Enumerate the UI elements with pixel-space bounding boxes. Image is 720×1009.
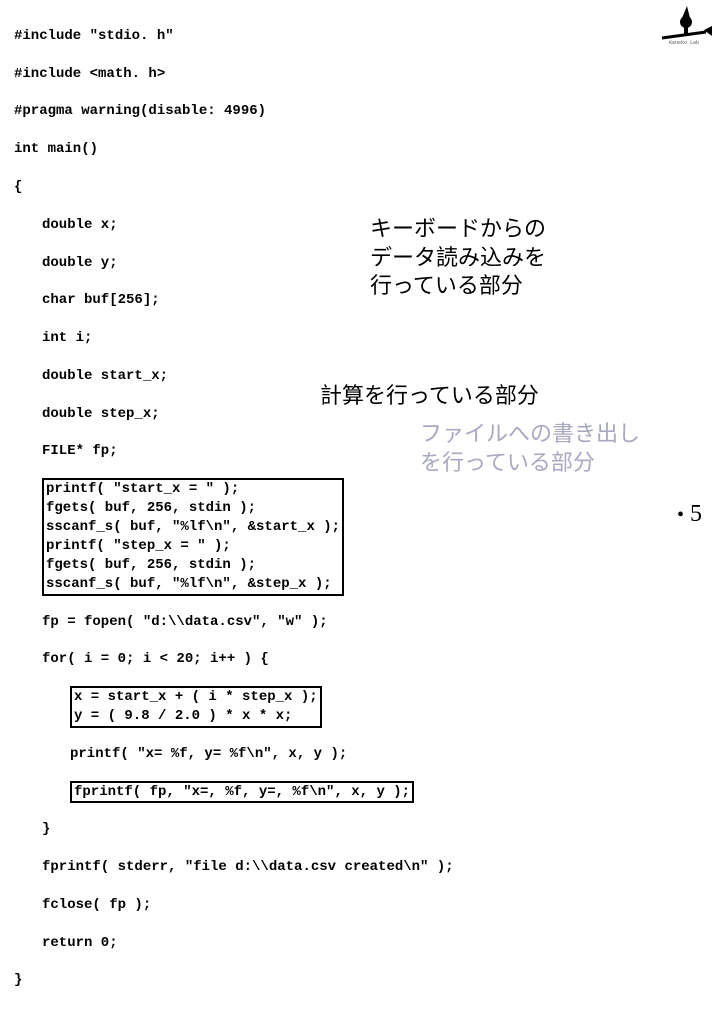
code-line: return 0; (14, 934, 706, 953)
code-line: y = ( 9.8 / 2.0 ) * x * x; (74, 708, 292, 724)
code-line: x = start_x + ( i * step_x ); (74, 689, 318, 705)
keyboard-input-box: printf( "start_x = " ); fgets( buf, 256,… (42, 478, 344, 595)
svg-text:Kaneko Lab: Kaneko Lab (669, 40, 699, 44)
code-line: sscanf_s( buf, "%lf\n", &start_x ); (46, 519, 340, 535)
code-line: int i; (14, 329, 706, 348)
annotation-keyboard: キーボードからの データ読み込みを 行っている部分 (370, 215, 546, 301)
code-line: char buf[256]; (14, 291, 706, 310)
code-line: fgets( buf, 256, stdin ); (46, 500, 256, 516)
code-block: #include "stdio. h" #include <math. h> #… (14, 8, 706, 1009)
code-line: } (14, 820, 706, 839)
file-write-box: fprintf( fp, "x=, %f, y=, %f\n", x, y ); (70, 781, 414, 804)
code-line: fprintf( fp, "x=, %f, y=, %f\n", x, y ); (74, 784, 410, 800)
code-line: printf( "start_x = " ); (46, 481, 239, 497)
code-line: double y; (14, 254, 706, 273)
code-line: int main() (14, 140, 706, 159)
code-line: fprintf( stderr, "file d:\\data.csv crea… (14, 858, 706, 877)
code-line: fclose( fp ); (14, 896, 706, 915)
code-line: sscanf_s( buf, "%lf\n", &step_x ); (46, 576, 332, 592)
code-line: #pragma warning(disable: 4996) (14, 102, 706, 121)
code-line: for( i = 0; i < 20; i++ ) { (14, 650, 706, 669)
annotation-calc: 計算を行っている部分 (320, 382, 539, 411)
code-line: { (14, 178, 706, 197)
code-line: double x; (14, 216, 706, 235)
code-line: } (14, 971, 706, 990)
code-line: #include <math. h> (14, 65, 706, 84)
code-line: fp = fopen( "d:\\data.csv", "w" ); (14, 613, 706, 632)
calc-box: x = start_x + ( i * step_x ); y = ( 9.8 … (70, 686, 322, 728)
page-number: •5 (677, 498, 702, 530)
witch-icon: Kaneko Lab (654, 4, 714, 44)
code-line: fgets( buf, 256, stdin ); (46, 557, 256, 573)
code-line: #include "stdio. h" (14, 27, 706, 46)
annotation-file: ファイルへの書き出し を行っている部分 (420, 420, 640, 477)
code-line: printf( "step_x = " ); (46, 538, 231, 554)
code-line: printf( "x= %f, y= %f\n", x, y ); (14, 745, 706, 764)
